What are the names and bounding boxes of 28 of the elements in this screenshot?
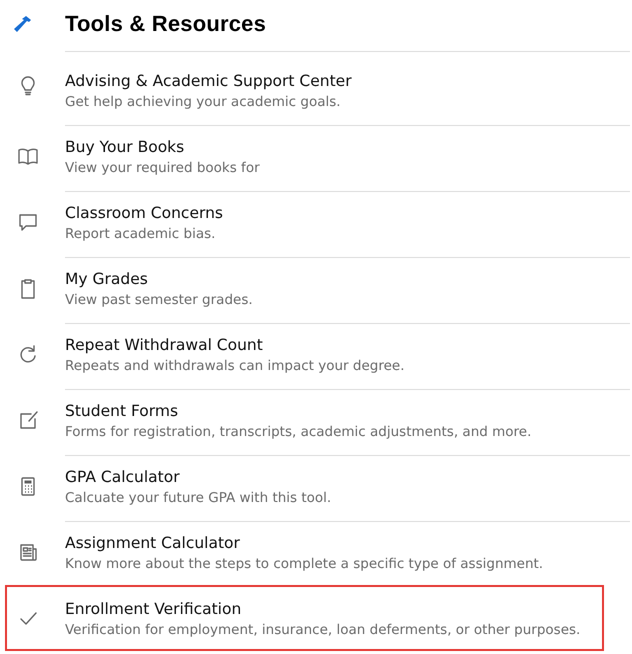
item-title: Buy Your Books <box>65 137 186 158</box>
list-item[interactable]: My Grades View past semester grades. <box>5 255 632 321</box>
item-title: Classroom Concerns <box>65 203 224 224</box>
item-description: Verification for employment, insurance, loan deferments, or other purposes. <box>65 621 582 640</box>
item-description: Repeats and withdrawals can impact your degree. <box>65 357 406 376</box>
item-description: Know more about the steps to complete a specific type of assignment. <box>65 555 544 574</box>
list-item[interactable]: Advising & Academic Support Center Get help achieving your academic goals. <box>5 49 632 123</box>
item-description: Report academic bias. <box>65 225 216 244</box>
item-title: Enrollment Verification <box>65 599 242 620</box>
item-description: Calcuate your future GPA with this tool. <box>65 489 332 508</box>
item-title: Repeat Withdrawal Count <box>65 335 264 356</box>
item-description: Get help achieving your academic goals. <box>65 93 342 112</box>
item-title: My Grades <box>65 269 149 290</box>
item-description: Forms for registration, transcripts, academic adjustments, and more. <box>65 423 532 442</box>
item-title: GPA Calculator <box>65 467 181 488</box>
list-item[interactable]: Repeat Withdrawal Count Repeats and withdrawals can impact your degree. <box>5 321 632 387</box>
item-title: Student Forms <box>65 401 180 422</box>
highlighted-list-item[interactable]: Enrollment Verification Verification for employment, insurance, loan deferments, or other purposes. <box>5 585 604 651</box>
list-item[interactable]: Student Forms Forms for registration, transcripts, academic adjustments, and more. <box>5 387 632 453</box>
item-title: Assignment Calculator <box>65 533 241 554</box>
list-item[interactable]: Buy Your Books View your required books for <box>5 123 632 189</box>
list-item[interactable]: Assignment Calculator Know more about the steps to complete a specific type of assignment. <box>5 519 632 585</box>
item-description: View past semester grades. <box>65 291 254 310</box>
section-title: Tools & Resources <box>65 11 266 38</box>
item-description: View your required books for <box>65 159 261 178</box>
list-item[interactable]: Classroom Concerns Report academic bias. <box>5 189 632 255</box>
item-title: Advising & Academic Support Center <box>65 71 353 92</box>
list-item[interactable]: GPA Calculator Calcuate your future GPA with this tool. <box>5 453 632 519</box>
